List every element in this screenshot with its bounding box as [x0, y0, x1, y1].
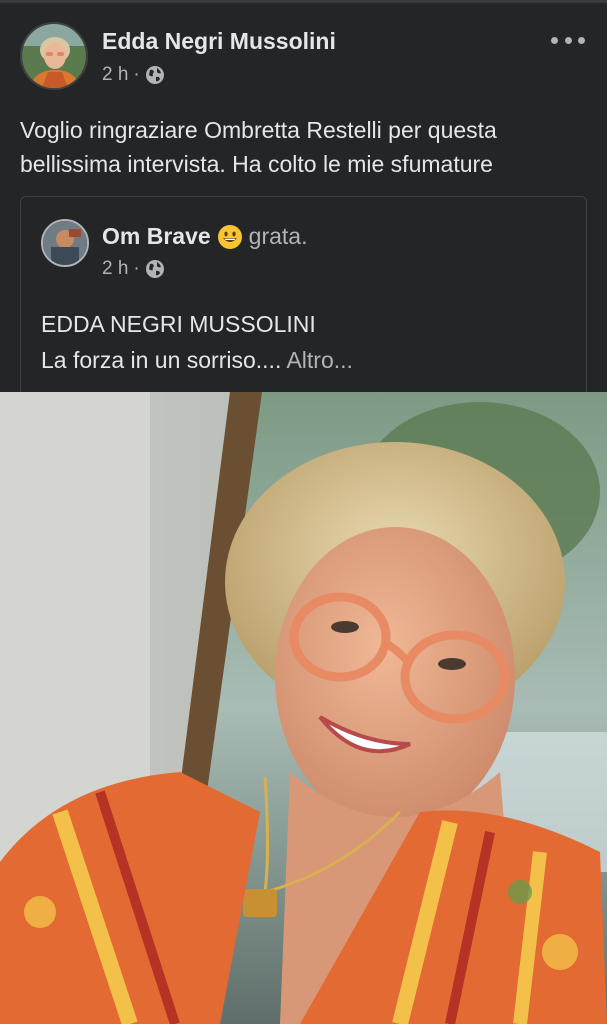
- post-header: Edda Negri Mussolini 2 h ·: [20, 22, 587, 92]
- shared-author-avatar[interactable]: [41, 219, 89, 267]
- facebook-post-view: Edda Negri Mussolini 2 h · Voglio ringra…: [0, 0, 607, 1024]
- globe-icon: [145, 66, 164, 84]
- post-photo[interactable]: [0, 392, 607, 1024]
- post-time[interactable]: 2 h: [102, 64, 128, 86]
- shared-post-meta: 2 h ·: [102, 258, 165, 280]
- meta-separator: ·: [133, 64, 140, 85]
- post-meta: 2 h ·: [102, 64, 165, 86]
- meta-separator: ·: [133, 258, 140, 279]
- more-dots-icon[interactable]: [551, 30, 585, 50]
- shared-author-name[interactable]: Om Brave: [102, 223, 211, 250]
- shared-feeling-text: grata.: [248, 223, 308, 249]
- grinning-face-emoji: [217, 224, 242, 249]
- shared-post-snippet: La forza in un sorriso....: [41, 347, 282, 373]
- shared-post-card[interactable]: Om Brave grata. 2 h · EDDA NEGRI MUSSOLI…: [20, 196, 587, 392]
- shared-post-body: La forza in un sorriso.... Altro...: [41, 347, 353, 374]
- globe-icon: [145, 260, 164, 278]
- author-avatar[interactable]: [20, 22, 88, 90]
- shared-author-line: Om Brave grata.: [102, 223, 308, 250]
- shared-post-heading: EDDA NEGRI MUSSOLINI: [41, 311, 316, 337]
- post-text: Voglio ringraziare Ombretta Restelli per…: [20, 117, 497, 177]
- see-more-link[interactable]: Altro...: [286, 347, 352, 373]
- post-author-name[interactable]: Edda Negri Mussolini: [102, 28, 336, 55]
- shared-post-time[interactable]: 2 h: [102, 258, 128, 280]
- top-divider: [0, 0, 607, 3]
